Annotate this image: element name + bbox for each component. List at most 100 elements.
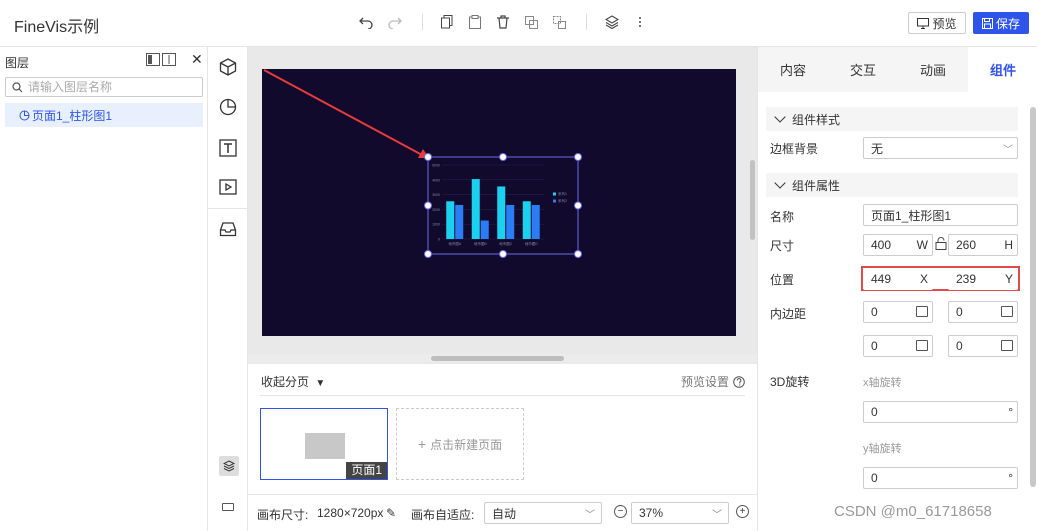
width-field[interactable]: 400 W xyxy=(863,234,933,256)
padding-left-field[interactable]: 0 xyxy=(863,335,933,357)
tab-component[interactable]: 组件 xyxy=(968,47,1037,92)
undo-icon[interactable] xyxy=(357,13,375,31)
help-icon xyxy=(733,375,745,388)
name-field[interactable]: 页面1_柱形图1 xyxy=(863,204,1018,226)
resize-handle[interactable] xyxy=(424,201,432,210)
layer-panel: 图层 ✕ 页面1_柱形图1 xyxy=(0,47,208,531)
resize-handle[interactable] xyxy=(424,250,432,258)
pages-divider xyxy=(260,395,745,396)
chevron-down-icon xyxy=(774,111,786,123)
lock-ratio-icon[interactable] xyxy=(935,237,947,253)
layer-search-input[interactable] xyxy=(28,80,188,94)
padding-top-field[interactable]: 0 xyxy=(863,301,933,323)
adapt-label: 画布自适应: xyxy=(411,508,475,522)
monitor-icon xyxy=(917,17,930,29)
zoom-select[interactable]: 37% ﹀ xyxy=(631,502,729,524)
layers-toggle-icon[interactable] xyxy=(219,456,239,476)
resize-handle[interactable] xyxy=(499,250,507,258)
position-label: 位置 xyxy=(770,273,795,287)
height-value: 260 xyxy=(956,238,977,252)
component-icon[interactable] xyxy=(218,57,238,77)
chart-y-tick-label: 2000 xyxy=(432,208,440,212)
chart-bar xyxy=(446,201,455,239)
border-bg-label: 边框背景 xyxy=(770,142,819,156)
resize-handle[interactable] xyxy=(574,250,582,258)
canvas-stage[interactable]: 0 1000 2000 3000 4000 5000 地市图A 地市图B 地市图C 地市图D 系列1… xyxy=(262,69,736,336)
group-icon[interactable] xyxy=(522,13,540,31)
edit-size-icon[interactable]: ✎ xyxy=(386,506,396,520)
chart-y-tick-label: 5000 xyxy=(432,164,440,168)
redo-icon[interactable] xyxy=(386,13,404,31)
padding-label: 内边距 xyxy=(770,307,807,321)
section-component-style[interactable]: 组件样式 xyxy=(766,107,1018,131)
paste-icon[interactable] xyxy=(466,13,484,31)
padding-top-value: 0 xyxy=(871,305,878,319)
media-icon[interactable] xyxy=(218,177,238,197)
ungroup-icon[interactable] xyxy=(550,13,568,31)
tab-animation[interactable]: 动画 xyxy=(898,47,968,92)
properties-panel: 内容 交互 动画 组件 组件样式 边框背景 无 ﹀ 组件属性 名称 页面1_柱形… xyxy=(757,47,1037,531)
page-thumbnail[interactable]: 页面1 xyxy=(260,408,388,480)
y-field[interactable]: 239 Y xyxy=(948,268,1018,290)
inbox-icon[interactable] xyxy=(218,219,238,239)
width-value: 400 xyxy=(871,238,892,252)
chart-legend-swatch xyxy=(553,199,556,203)
resize-handle[interactable] xyxy=(499,153,507,161)
adapt-select-value: 自动 xyxy=(492,506,517,521)
toolbar-divider xyxy=(422,14,423,30)
border-bg-select[interactable]: 无 ﹀ xyxy=(863,137,1018,159)
size-label: 尺寸 xyxy=(770,239,795,253)
text-icon[interactable] xyxy=(218,138,238,158)
canvas-vertical-scrollbar[interactable] xyxy=(750,160,755,240)
resize-handle[interactable] xyxy=(574,153,582,161)
icon-bar-divider xyxy=(208,208,248,209)
properties-scrollbar[interactable] xyxy=(1030,107,1036,487)
copy-icon[interactable] xyxy=(438,13,456,31)
preview-button[interactable]: 预览 xyxy=(908,12,966,34)
save-button[interactable]: 保存 xyxy=(973,12,1029,34)
preview-settings-link[interactable]: 预览设置 xyxy=(681,373,745,390)
padding-bottom-value: 0 xyxy=(956,305,963,319)
layer-item-bar-chart[interactable]: 页面1_柱形图1 xyxy=(5,103,203,127)
x-field[interactable]: 449 X xyxy=(863,268,933,290)
chart-y-tick-label: 1000 xyxy=(432,223,440,227)
resize-handle[interactable] xyxy=(574,201,582,210)
section-component-props[interactable]: 组件属性 xyxy=(766,173,1018,197)
zoom-out-icon[interactable]: − xyxy=(614,505,627,518)
canvas-horizontal-scrollbar[interactable] xyxy=(431,356,564,361)
height-field[interactable]: 260 H xyxy=(948,234,1018,256)
height-suffix: H xyxy=(1004,238,1013,252)
more-icon[interactable] xyxy=(631,13,649,31)
padding-right-field[interactable]: 0 xyxy=(948,335,1018,357)
tab-interaction[interactable]: 交互 xyxy=(828,47,898,92)
x-rotate-field[interactable]: 0 ° xyxy=(863,401,1018,423)
canvas-size-label: 画布尺寸: xyxy=(257,508,309,522)
tab-content[interactable]: 内容 xyxy=(758,47,828,92)
chart-icon[interactable] xyxy=(218,97,238,117)
padding-top-icon xyxy=(916,306,928,317)
canvas-size-value: 1280×720px xyxy=(317,506,384,520)
close-icon[interactable]: ✕ xyxy=(191,51,203,68)
layer-search[interactable] xyxy=(5,77,203,97)
chevron-down-icon: ﹀ xyxy=(712,510,722,521)
stage-drawing: 0 1000 2000 3000 4000 5000 地市图A 地市图B 地市图C 地市图D 系列1… xyxy=(263,69,582,258)
keyboard-icon[interactable] xyxy=(222,503,234,511)
collapse-pages-toggle[interactable]: 收起分页 ▼ xyxy=(261,373,325,390)
name-value: 页面1_柱形图1 xyxy=(871,208,952,223)
chart-y-tick-label: 3000 xyxy=(432,193,440,197)
padding-bottom-field[interactable]: 0 xyxy=(948,301,1018,323)
layout-split-icon[interactable] xyxy=(146,53,160,66)
chart-bar xyxy=(506,204,515,239)
resize-handle[interactable] xyxy=(424,153,432,161)
delete-icon[interactable] xyxy=(494,13,512,31)
layers-icon[interactable] xyxy=(603,13,621,31)
new-page-button[interactable]: + 点击新建页面 xyxy=(396,408,524,480)
adapt-select[interactable]: 自动 ﹀ xyxy=(484,502,602,524)
name-label: 名称 xyxy=(770,210,795,224)
layout-panel-icon[interactable] xyxy=(162,53,176,66)
chevron-down-icon: ﹀ xyxy=(1003,145,1013,156)
zoom-in-icon[interactable]: + xyxy=(736,505,749,518)
new-page-label: 点击新建页面 xyxy=(430,437,503,452)
pie-chart-icon xyxy=(19,110,30,120)
y-rotate-field[interactable]: 0 ° xyxy=(863,467,1018,489)
